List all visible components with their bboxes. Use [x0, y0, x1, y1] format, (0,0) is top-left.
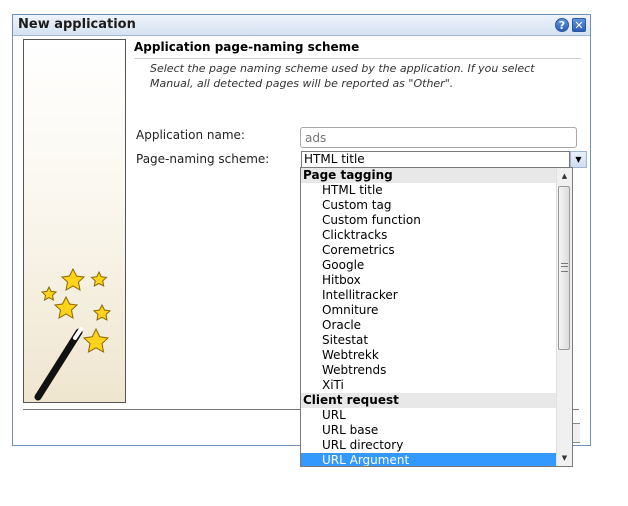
option-url-argument[interactable]: URL Argument [301, 453, 556, 466]
option-custom-tag[interactable]: Custom tag [301, 198, 556, 213]
option-clicktracks[interactable]: Clicktracks [301, 228, 556, 243]
option-webtrends[interactable]: Webtrends [301, 363, 556, 378]
wizard-illustration-panel [23, 39, 126, 403]
application-name-input[interactable] [300, 127, 577, 148]
dropdown-option-list: Page tagging HTML title Custom tag Custo… [301, 168, 556, 466]
option-url-base[interactable]: URL base [301, 423, 556, 438]
scroll-up-icon[interactable]: ▲ [557, 168, 572, 184]
option-html-title[interactable]: HTML title [301, 183, 556, 198]
section-description: Select the page naming scheme used by th… [150, 62, 535, 90]
option-xiti[interactable]: XiTi [301, 378, 556, 393]
dialog-title: New application [18, 17, 136, 32]
dialog-titlebar[interactable]: New application ? ✕ [13, 15, 590, 36]
option-coremetrics[interactable]: Coremetrics [301, 243, 556, 258]
magic-wand-stars-icon [34, 267, 112, 401]
close-button[interactable]: ✕ [572, 18, 586, 32]
scrollbar-thumb[interactable] [558, 186, 570, 350]
page-naming-scheme-dropdown[interactable]: Page tagging HTML title Custom tag Custo… [300, 167, 573, 467]
application-name-label: Application name: [136, 128, 245, 142]
option-custom-function[interactable]: Custom function [301, 213, 556, 228]
heading-divider [134, 58, 581, 59]
group-header-page-tagging: Page tagging [301, 168, 556, 183]
page-naming-scheme-select[interactable]: HTML title [301, 151, 570, 168]
dropdown-scrollbar[interactable]: ▲ ▼ [556, 168, 572, 466]
option-hitbox[interactable]: Hitbox [301, 273, 556, 288]
option-google[interactable]: Google [301, 258, 556, 273]
section-heading: Application page-naming scheme [134, 40, 360, 54]
scroll-down-icon[interactable]: ▼ [557, 450, 572, 466]
group-header-client-request: Client request [301, 393, 556, 408]
grip-icon [561, 263, 568, 272]
option-sitestat[interactable]: Sitestat [301, 333, 556, 348]
option-omniture[interactable]: Omniture [301, 303, 556, 318]
help-button[interactable]: ? [555, 18, 569, 32]
chevron-down-icon[interactable]: ▼ [570, 151, 587, 168]
option-webtrekk[interactable]: Webtrekk [301, 348, 556, 363]
option-url-directory[interactable]: URL directory [301, 438, 556, 453]
page-naming-scheme-label: Page-naming scheme: [136, 152, 270, 166]
option-url[interactable]: URL [301, 408, 556, 423]
option-intellitracker[interactable]: Intellitracker [301, 288, 556, 303]
option-oracle[interactable]: Oracle [301, 318, 556, 333]
